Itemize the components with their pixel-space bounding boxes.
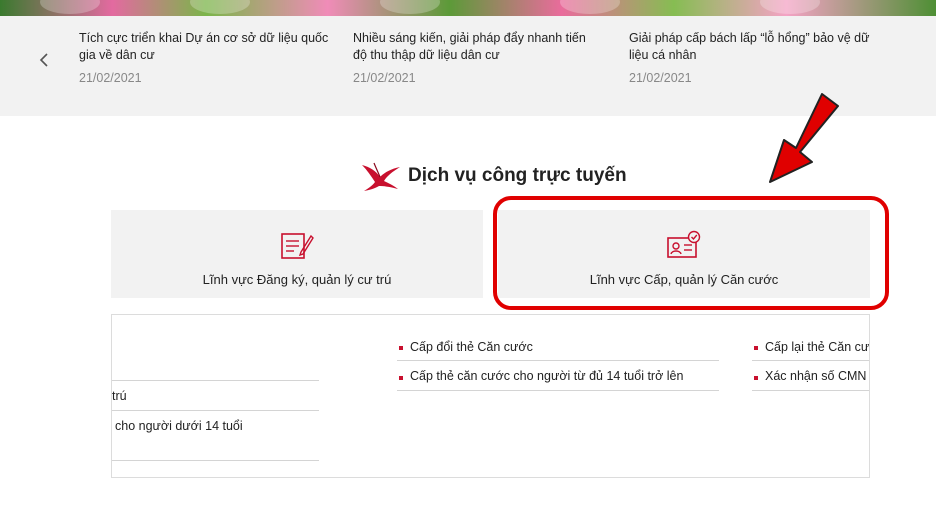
news-title[interactable]: Tích cực triển khai Dự án cơ sở dữ liệu … — [79, 30, 329, 64]
news-date: 21/02/2021 — [629, 71, 692, 85]
banner-image-strip — [0, 0, 936, 16]
divider — [112, 460, 319, 461]
section-title: Dịch vụ công trực tuyến — [408, 165, 627, 186]
news-title[interactable]: Nhiều sáng kiến, giải pháp đẩy nhanh tiế… — [353, 30, 603, 64]
tab-residence[interactable]: Lĩnh vực Đăng ký, quản lý cư trú — [111, 210, 483, 298]
news-title[interactable]: Giải pháp cấp bách lấp “lỗ hổng” bảo vệ … — [629, 30, 879, 64]
divider — [112, 410, 319, 411]
bird-logo-icon — [362, 162, 400, 191]
chevron-left-icon — [39, 53, 48, 67]
service-link[interactable]: Cấp lại thẻ Căn cư — [765, 340, 869, 354]
divider — [397, 360, 719, 361]
news-item[interactable]: Giải pháp cấp bách lấp “lỗ hổng” bảo vệ … — [629, 30, 879, 85]
divider — [397, 390, 719, 391]
id-card-check-icon — [667, 230, 701, 258]
bullet-icon — [754, 346, 758, 350]
divider — [112, 380, 319, 381]
news-item[interactable]: Tích cực triển khai Dự án cơ sở dữ liệu … — [79, 30, 329, 85]
divider — [752, 360, 869, 361]
service-link[interactable]: trú — [112, 389, 127, 403]
service-link[interactable]: Cấp thẻ căn cước cho người từ đủ 14 tuổi… — [410, 369, 683, 383]
services-panel: trú cho người dưới 14 tuổi Cấp đổi thẻ C… — [111, 314, 870, 478]
tab-citizen-id[interactable]: Lĩnh vực Cấp, quản lý Căn cước — [498, 210, 870, 298]
bullet-icon — [754, 376, 758, 380]
service-link[interactable]: cho người dưới 14 tuổi — [115, 419, 243, 433]
news-band: Tích cực triển khai Dự án cơ sở dữ liệu … — [0, 0, 936, 116]
section-header: Dịch vụ công trực tuyến — [360, 158, 627, 194]
news-item[interactable]: Nhiều sáng kiến, giải pháp đẩy nhanh tiế… — [353, 30, 603, 85]
bullet-icon — [399, 346, 403, 350]
service-link[interactable]: Cấp đổi thẻ Căn cước — [410, 340, 533, 354]
news-prev-button[interactable] — [32, 48, 56, 72]
tab-label: Lĩnh vực Cấp, quản lý Căn cước — [589, 272, 779, 287]
news-date: 21/02/2021 — [353, 71, 416, 85]
service-link[interactable]: Xác nhận số CMN — [765, 369, 866, 383]
news-date: 21/02/2021 — [79, 71, 142, 85]
divider — [752, 390, 869, 391]
tab-label: Lĩnh vực Đăng ký, quản lý cư trú — [202, 272, 392, 287]
bullet-icon — [399, 376, 403, 380]
form-edit-icon — [281, 233, 314, 259]
